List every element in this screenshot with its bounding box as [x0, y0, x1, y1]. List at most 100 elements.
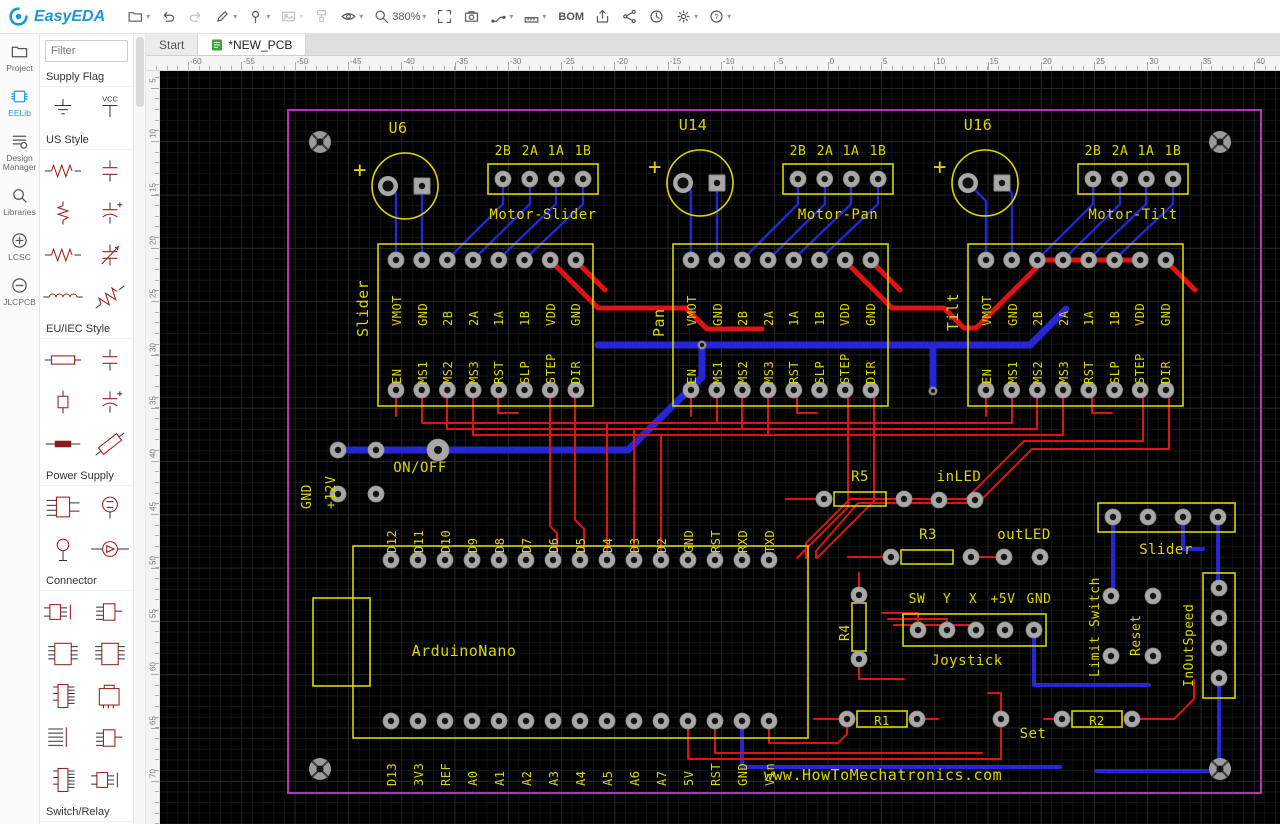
- silkscreen-text[interactable]: Y: [943, 592, 951, 607]
- pcb-pad[interactable]: [1084, 170, 1102, 188]
- silkscreen-text[interactable]: D11: [412, 530, 426, 553]
- silkscreen-text[interactable]: A6: [628, 771, 642, 786]
- silkscreen-text[interactable]: DIR: [1159, 361, 1173, 384]
- palette-item-cap-v[interactable]: [87, 150, 134, 192]
- pcb-pad[interactable]: [571, 551, 589, 569]
- pcb-pad[interactable]: [760, 551, 778, 569]
- pcb-pad[interactable]: [329, 441, 347, 459]
- pcb-pad[interactable]: [1080, 251, 1098, 269]
- silkscreen-text[interactable]: 1A: [787, 310, 801, 326]
- pcb-pad[interactable]: [367, 485, 385, 503]
- pcb-pad[interactable]: [843, 170, 860, 188]
- silkscreen-text[interactable]: A2: [520, 771, 534, 786]
- silkscreen-text[interactable]: X: [969, 592, 977, 607]
- silkscreen-text[interactable]: RST: [1082, 361, 1096, 384]
- pcb-pad[interactable]: [706, 712, 724, 730]
- silkscreen-text[interactable]: D6: [547, 538, 561, 553]
- palette-item-cap-pol[interactable]: [87, 381, 134, 423]
- via[interactable]: [928, 386, 938, 396]
- silkscreen-text[interactable]: D13: [385, 763, 399, 786]
- pcb-pad[interactable]: [1174, 508, 1192, 526]
- silkscreen-text[interactable]: Slider: [1139, 542, 1193, 558]
- silkscreen-text[interactable]: STEP: [544, 353, 558, 384]
- rail-item-design-manager[interactable]: Design Manager: [1, 132, 39, 174]
- palette-item-conn-plug[interactable]: [87, 759, 134, 801]
- mounting-hole[interactable]: [309, 131, 331, 153]
- palette-item-res-us[interactable]: [40, 234, 87, 276]
- silkscreen-text[interactable]: GND: [569, 303, 583, 326]
- palette-item-gnd[interactable]: [40, 87, 87, 129]
- pcb-pad[interactable]: [836, 251, 854, 269]
- palette-item-vcc[interactable]: VCC: [87, 87, 134, 129]
- pcb-pad[interactable]: [679, 712, 697, 730]
- pcb-pad[interactable]: [733, 712, 751, 730]
- silkscreen-text[interactable]: 1B: [813, 311, 827, 326]
- palette-item-conn-dip[interactable]: [87, 633, 134, 675]
- share-button[interactable]: [617, 4, 642, 30]
- palette-item-conn-plug[interactable]: [40, 591, 87, 633]
- pcb-pad[interactable]: [862, 251, 880, 269]
- fit-button[interactable]: [432, 4, 457, 30]
- pcb-pad[interactable]: [992, 710, 1010, 728]
- silkscreen-text[interactable]: D2: [655, 538, 669, 553]
- pcb-pad[interactable]: [967, 621, 985, 639]
- silkscreen-text[interactable]: D9: [466, 538, 480, 553]
- palette-scrollbar[interactable]: [134, 34, 146, 824]
- silkscreen-text[interactable]: 2B: [495, 144, 512, 159]
- silkscreen-text[interactable]: D10: [439, 530, 453, 553]
- silkscreen-text[interactable]: MS1: [1006, 361, 1020, 384]
- silkscreen-text[interactable]: Limit Switch: [1088, 577, 1103, 677]
- silkscreen-text[interactable]: +: [353, 158, 367, 183]
- palette-item-conn-pins[interactable]: [40, 717, 87, 759]
- silkscreen-text[interactable]: inLED: [937, 469, 982, 485]
- rail-item-eelib[interactable]: EELib: [1, 87, 39, 119]
- silkscreen-text[interactable]: MS1: [416, 361, 430, 384]
- palette-item-res-diag-eu[interactable]: [87, 423, 134, 465]
- pcb-pad[interactable]: [382, 551, 400, 569]
- silkscreen-text[interactable]: VDD: [544, 303, 558, 326]
- pcb-pad[interactable]: [1138, 170, 1155, 188]
- pcb-pad[interactable]: [625, 712, 643, 730]
- silkscreen-text[interactable]: 2B: [790, 144, 807, 159]
- pcb-pad[interactable]: [1111, 170, 1129, 188]
- pcb-pad[interactable]: [1031, 548, 1049, 566]
- pcb-pad[interactable]: [598, 551, 616, 569]
- silkscreen-text[interactable]: VMOT: [980, 295, 994, 326]
- silkscreen-text[interactable]: Joystick: [931, 653, 1003, 669]
- pcb-pad[interactable]: [567, 251, 585, 269]
- pcb-pad[interactable]: [996, 621, 1014, 639]
- silkscreen-text[interactable]: Reset: [1129, 614, 1144, 656]
- zoom-button[interactable]: 380% ▾: [369, 4, 430, 30]
- palette-item-res-us-v[interactable]: [40, 192, 87, 234]
- silkscreen-text[interactable]: 1A: [1082, 310, 1096, 326]
- pcb-pad[interactable]: [1102, 587, 1120, 605]
- pcb-pad[interactable]: [490, 551, 508, 569]
- pcb-pad[interactable]: [544, 551, 562, 569]
- silkscreen-text[interactable]: SLP: [1108, 361, 1122, 384]
- silkscreen-text[interactable]: REF: [439, 763, 453, 786]
- silkscreen-text[interactable]: GND: [736, 763, 750, 786]
- palette-item-src-dc[interactable]: [87, 528, 134, 570]
- palette-item-inductor[interactable]: [40, 276, 87, 318]
- pcb-pad[interactable]: [409, 551, 427, 569]
- silkscreen-text[interactable]: RST: [709, 763, 723, 786]
- pcb-pad[interactable]: [882, 548, 900, 566]
- pcb-pad[interactable]: [517, 712, 535, 730]
- silkscreen-text[interactable]: InOutSpeed: [1182, 604, 1197, 687]
- silkscreen-text[interactable]: R1: [874, 714, 889, 728]
- silkscreen-text[interactable]: GND: [864, 303, 878, 326]
- silkscreen-text[interactable]: 1A: [843, 144, 860, 159]
- pcb-pad[interactable]: [760, 712, 778, 730]
- silkscreen-text[interactable]: Slider: [354, 280, 372, 337]
- silkscreen-text[interactable]: D3: [628, 538, 642, 553]
- route-button[interactable]: ▾: [486, 4, 517, 30]
- pcb-canvas-area[interactable]: 5 10 15 20 25 30 35 40 45 50 55 60 65 70: [146, 71, 1280, 824]
- palette-item-src-circle[interactable]: [87, 486, 134, 528]
- pcb-pad[interactable]: [958, 173, 978, 193]
- pcb-pad[interactable]: [1209, 508, 1227, 526]
- via[interactable]: [697, 340, 707, 350]
- bom-button[interactable]: BOM: [552, 4, 588, 30]
- silkscreen-text[interactable]: R3: [919, 527, 937, 543]
- palette-item-conn-socket[interactable]: [87, 591, 134, 633]
- pcb-pad[interactable]: [838, 710, 856, 728]
